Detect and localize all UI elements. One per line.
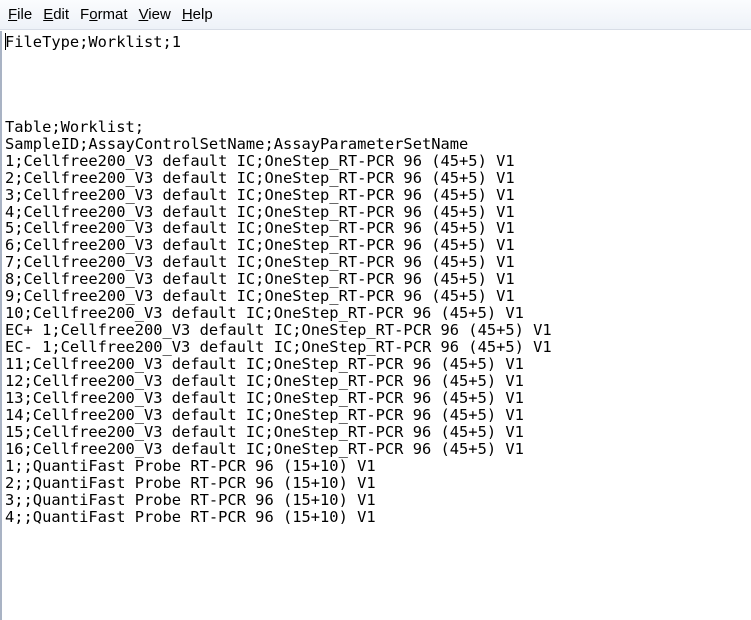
notepad-window: File Edit Format View Help FileType;Work… (0, 0, 751, 620)
text-line: 7;Cellfree200_V3 default IC;OneStep_RT-P… (5, 253, 515, 272)
menu-edit[interactable]: Edit (38, 3, 75, 27)
text-line: 2;;QuantiFast Probe RT-PCR 96 (15+10) V1 (5, 473, 376, 492)
text-line: 8;Cellfree200_V3 default IC;OneStep_RT-P… (5, 270, 515, 289)
text-line: 14;Cellfree200_V3 default IC;OneStep_RT-… (5, 405, 524, 424)
text-line: 1;Cellfree200_V3 default IC;OneStep_RT-P… (5, 151, 515, 170)
text-line: SampleID;AssayControlSetName;AssayParame… (5, 134, 469, 153)
text-editor-area[interactable]: FileType;Worklist;1 Table;Worklist; Sample… (0, 31, 751, 620)
menu-view[interactable]: View (134, 3, 177, 27)
text-line: 12;Cellfree200_V3 default IC;OneStep_RT-… (5, 372, 524, 390)
menu-file[interactable]: File (3, 3, 38, 27)
text-line: FileType;Worklist;1 (5, 33, 182, 51)
text-line: 15;Cellfree200_V3 default IC;OneStep_RT-… (5, 422, 524, 441)
text-line: EC+ 1;Cellfree200_V3 default IC;OneStep_… (5, 321, 552, 340)
text-line: 4;Cellfree200_V3 default IC;OneStep_RT-P… (5, 202, 515, 221)
text-line: 3;;QuantiFast Probe RT-PCR 96 (15+10) V1 (5, 490, 376, 509)
text-line: EC- 1;Cellfree200_V3 default IC;OneStep_… (5, 338, 552, 357)
text-line: 4;;QuantiFast Probe RT-PCR 96 (15+10) V1 (5, 507, 376, 526)
text-line: 16;Cellfree200_V3 default IC;OneStep_RT-… (5, 439, 524, 458)
text-line: 13;Cellfree200_V3 default IC;OneStep_RT-… (5, 388, 524, 407)
text-line: 9;Cellfree200_V3 default IC;OneStep_RT-P… (5, 287, 515, 306)
text-line: 10;Cellfree200_V3 default IC;OneStep_RT-… (5, 304, 524, 323)
text-line: 11;Cellfree200_V3 default IC;OneStep_RT-… (5, 355, 524, 374)
text-line: 3;Cellfree200_V3 default IC;OneStep_RT-P… (5, 185, 515, 204)
text-line: 5;Cellfree200_V3 default IC;OneStep_RT-P… (5, 219, 515, 238)
menu-format[interactable]: Format (75, 3, 134, 27)
text-line: 1;;QuantiFast Probe RT-PCR 96 (15+10) V1 (5, 456, 376, 475)
text-line: 6;Cellfree200_V3 default IC;OneStep_RT-P… (5, 236, 515, 255)
text-line: 2;Cellfree200_V3 default IC;OneStep_RT-P… (5, 168, 515, 187)
menu-help[interactable]: Help (177, 3, 219, 27)
menu-bar: File Edit Format View Help (0, 0, 751, 30)
text-line: Table;Worklist; (5, 117, 144, 136)
